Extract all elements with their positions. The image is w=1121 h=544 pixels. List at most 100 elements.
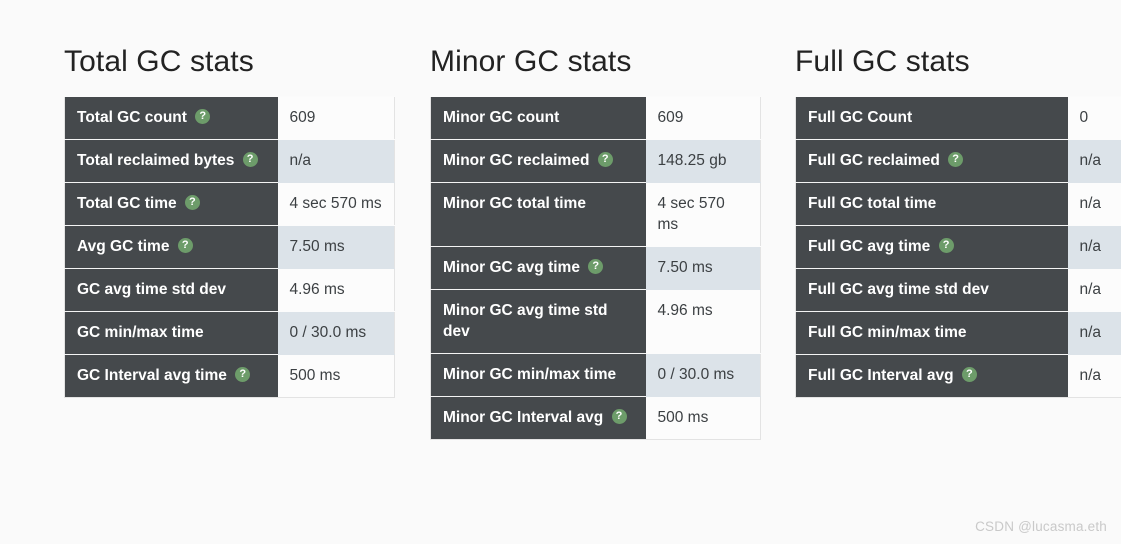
- stat-label-cell: Minor GC avg time std dev: [431, 290, 646, 354]
- stat-label-cell: Minor GC count: [431, 97, 646, 140]
- stat-value-cell: 148.25 gb: [646, 140, 761, 183]
- help-icon[interactable]: [588, 259, 603, 274]
- table-body: Total GC count 609Total reclaimed bytes …: [65, 97, 395, 398]
- stat-label: Full GC Count: [808, 109, 912, 126]
- stat-label: Minor GC reclaimed: [443, 152, 589, 169]
- stat-label: Minor GC avg time: [443, 259, 580, 276]
- stat-value-cell: 4 sec 570 ms: [278, 183, 395, 226]
- stat-label-cell: Total GC time: [65, 183, 278, 226]
- panel-full-gc-stats: Full GC stats Full GC Count0Full GC recl…: [795, 44, 1121, 398]
- table-row: Minor GC min/max time 0 / 30.0 ms: [431, 354, 761, 397]
- stat-label: Minor GC total time: [443, 195, 586, 212]
- help-icon[interactable]: [948, 152, 963, 167]
- table-row: Minor GC Interval avg 500 ms: [431, 397, 761, 440]
- stat-value-cell: 609: [278, 97, 395, 140]
- table-row: Total GC time 4 sec 570 ms: [65, 183, 395, 226]
- table-row: GC avg time std dev4.96 ms: [65, 269, 395, 312]
- table-row: Full GC total time n/a: [796, 183, 1121, 226]
- table-row: GC Interval avg time 500 ms: [65, 355, 395, 398]
- stat-value-cell: n/a: [1068, 183, 1121, 226]
- stat-value-cell: 609: [646, 97, 761, 140]
- stat-label-cell: Full GC min/max time: [796, 312, 1068, 355]
- full-gc-stats-table: Full GC Count0Full GC reclaimed n/aFull …: [795, 96, 1121, 398]
- table-row: Minor GC reclaimed 148.25 gb: [431, 140, 761, 183]
- stat-value-cell: 4.96 ms: [646, 290, 761, 354]
- table-row: Minor GC avg time 7.50 ms: [431, 247, 761, 290]
- stat-label: GC min/max time: [77, 324, 204, 341]
- stat-label-cell: GC avg time std dev: [65, 269, 278, 312]
- total-gc-stats-table: Total GC count 609Total reclaimed bytes …: [64, 96, 395, 398]
- stat-value-cell: 0 / 30.0 ms: [646, 354, 761, 397]
- stat-label: Full GC total time: [808, 195, 936, 212]
- stat-label-cell: Minor GC min/max time: [431, 354, 646, 397]
- stat-label-cell: Full GC avg time: [796, 226, 1068, 269]
- table-row: Full GC avg time std dev n/a: [796, 269, 1121, 312]
- stat-value-cell: 0 / 30.0 ms: [278, 312, 395, 355]
- table-row: Minor GC avg time std dev 4.96 ms: [431, 290, 761, 354]
- stat-value-cell: n/a: [1068, 140, 1121, 183]
- panel-minor-gc-stats: Minor GC stats Minor GC count609Minor GC…: [430, 44, 761, 440]
- table-row: Full GC reclaimed n/a: [796, 140, 1121, 183]
- stat-label-cell: GC Interval avg time: [65, 355, 278, 398]
- stat-value-cell: 7.50 ms: [646, 247, 761, 290]
- stat-label-cell: Full GC reclaimed: [796, 140, 1068, 183]
- stat-value-cell: 0: [1068, 97, 1121, 140]
- stat-label-cell: Full GC Count: [796, 97, 1068, 140]
- stat-label-cell: Minor GC reclaimed: [431, 140, 646, 183]
- stat-label: Full GC min/max time: [808, 324, 966, 341]
- stat-label-cell: Minor GC avg time: [431, 247, 646, 290]
- table-body: Full GC Count0Full GC reclaimed n/aFull …: [796, 97, 1121, 398]
- table-row: Full GC min/max time n/a: [796, 312, 1121, 355]
- stat-label: Minor GC min/max time: [443, 366, 616, 383]
- stat-label: Full GC Interval avg: [808, 367, 954, 384]
- gc-stats-page: Total GC stats Total GC count 609Total r…: [0, 0, 1121, 544]
- stat-label: Full GC reclaimed: [808, 152, 940, 169]
- table-row: Minor GC total time 4 sec 570 ms: [431, 183, 761, 247]
- stat-label-cell: Full GC total time: [796, 183, 1068, 226]
- table-row: Total GC count 609: [65, 97, 395, 140]
- stat-label: GC avg time std dev: [77, 281, 226, 298]
- stat-label: Total GC count: [77, 109, 187, 126]
- table-row: Minor GC count609: [431, 97, 761, 140]
- stat-label-cell: Minor GC Interval avg: [431, 397, 646, 440]
- help-icon[interactable]: [962, 367, 977, 382]
- help-icon[interactable]: [185, 195, 200, 210]
- table-row: Full GC Interval avg n/a: [796, 355, 1121, 398]
- stat-value-cell: 500 ms: [646, 397, 761, 440]
- table-body: Minor GC count609Minor GC reclaimed 148.…: [431, 97, 761, 440]
- table-row: Total reclaimed bytes n/a: [65, 140, 395, 183]
- stat-value-cell: n/a: [1068, 355, 1121, 398]
- stat-label: Full GC avg time: [808, 238, 930, 255]
- stat-label-cell: Avg GC time: [65, 226, 278, 269]
- stat-label-cell: Total reclaimed bytes: [65, 140, 278, 183]
- stat-label: Avg GC time: [77, 238, 169, 255]
- stat-label-cell: Full GC avg time std dev: [796, 269, 1068, 312]
- stat-label: Full GC avg time std dev: [808, 281, 989, 298]
- stat-value-cell: 500 ms: [278, 355, 395, 398]
- help-icon[interactable]: [612, 409, 627, 424]
- help-icon[interactable]: [178, 238, 193, 253]
- help-icon[interactable]: [598, 152, 613, 167]
- stat-label-cell: Minor GC total time: [431, 183, 646, 247]
- stat-value-cell: n/a: [278, 140, 395, 183]
- watermark: CSDN @lucasma.eth: [975, 519, 1107, 534]
- help-icon[interactable]: [243, 152, 258, 167]
- help-icon[interactable]: [939, 238, 954, 253]
- stat-value-cell: 4 sec 570 ms: [646, 183, 761, 247]
- panel-total-gc-stats: Total GC stats Total GC count 609Total r…: [64, 44, 395, 398]
- stat-label: Minor GC avg time std dev: [443, 302, 608, 340]
- panel-title: Minor GC stats: [430, 44, 761, 80]
- panel-title: Total GC stats: [64, 44, 395, 80]
- table-row: Avg GC time 7.50 ms: [65, 226, 395, 269]
- stat-label: Total GC time: [77, 195, 177, 212]
- table-row: Full GC Count 0: [796, 97, 1121, 140]
- help-icon[interactable]: [195, 109, 210, 124]
- stat-label-cell: Full GC Interval avg: [796, 355, 1068, 398]
- stat-label: GC Interval avg time: [77, 367, 227, 384]
- stat-value-cell: n/a: [1068, 312, 1121, 355]
- stat-value-cell: n/a: [1068, 269, 1121, 312]
- table-row: Full GC avg time n/a: [796, 226, 1121, 269]
- stat-label-cell: GC min/max time: [65, 312, 278, 355]
- help-icon[interactable]: [235, 367, 250, 382]
- table-row: GC min/max time 0 / 30.0 ms: [65, 312, 395, 355]
